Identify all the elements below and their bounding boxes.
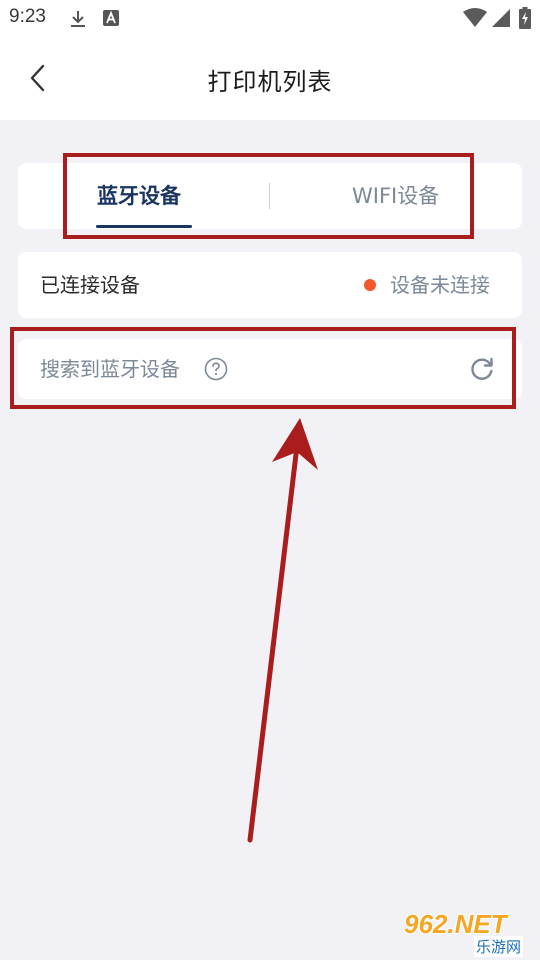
annotation-arrow [247,418,318,843]
watermark-site-name: 乐游网 [474,936,524,957]
watermark: 962.NET 乐游网 [400,909,534,957]
